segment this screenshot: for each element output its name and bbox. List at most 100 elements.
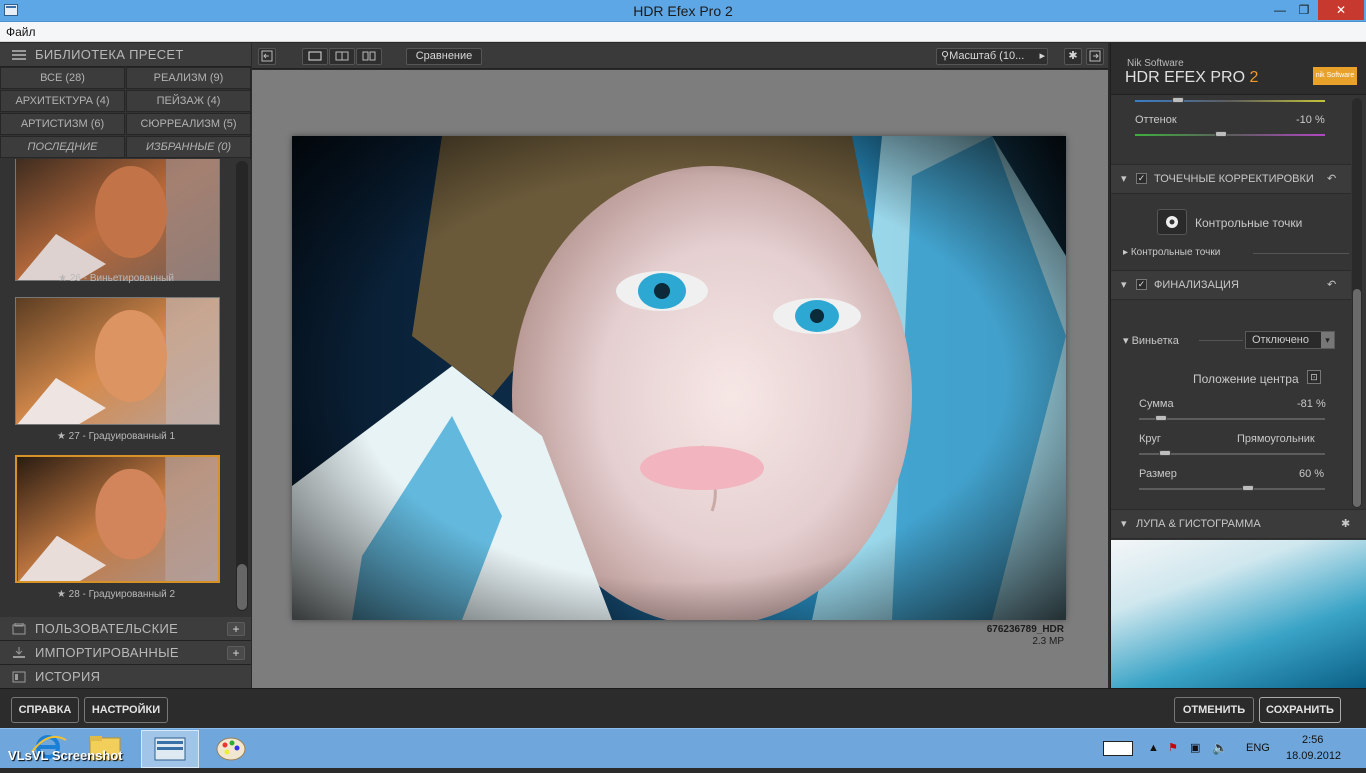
amount-slider-knob[interactable] [1155, 415, 1167, 421]
settings-button[interactable]: НАСТРОЙКИ [84, 697, 168, 723]
filter-architecture[interactable]: АРХИТЕКТУРА (4) [0, 90, 125, 112]
collapse-arrow-icon: ▾ [1121, 173, 1127, 185]
pin-icon[interactable]: ✱ [1341, 510, 1350, 539]
hdr-efex-taskbar-button[interactable] [141, 730, 199, 768]
brand-small: Nik Software [1127, 58, 1184, 69]
filter-artistic[interactable]: АРТИСТИЗМ (6) [0, 113, 125, 135]
center-position-button[interactable]: ⊡ [1307, 370, 1321, 384]
minimize-button[interactable]: — [1268, 0, 1292, 20]
language-indicator[interactable]: ENG [1246, 742, 1270, 754]
filter-surreal[interactable]: СЮРРЕАЛИЗМ (5) [126, 113, 251, 135]
point-corrections-section[interactable]: ▾ ✓ ТОЧЕЧНЫЕ КОРРЕКТИРОВКИ ↶ [1111, 164, 1351, 194]
finalization-checkbox[interactable]: ✓ [1136, 279, 1147, 290]
imported-presets-header[interactable]: ИМПОРТИРОВАННЫЕ + [0, 641, 251, 665]
tint-slider-track[interactable] [1135, 134, 1325, 136]
tint-slider-knob[interactable] [1215, 131, 1227, 137]
add-imported-preset-button[interactable]: + [227, 646, 245, 660]
light-button[interactable]: ✱ [1064, 48, 1082, 65]
single-view-button[interactable] [302, 48, 328, 65]
view-toolbar: Сравнение ⚲Масштаб (10... ▸ ✱ [252, 43, 1108, 69]
title-bar: HDR Efex Pro 2 — ❐ ✕ [0, 0, 1366, 22]
preset-library-header[interactable]: БИБЛИОТЕКА ПРЕСЕТ [0, 43, 251, 67]
preset-list-scroll-thumb[interactable] [237, 564, 247, 610]
reset-icon[interactable]: ↶ [1327, 165, 1336, 194]
paint-taskbar-button[interactable] [203, 730, 259, 768]
finalization-section[interactable]: ▾ ✓ ФИНАЛИЗАЦИЯ ↶ [1111, 270, 1351, 300]
magnifier-icon: ⚲ [941, 50, 950, 62]
expand-arrow-icon: ▸ [1123, 247, 1131, 258]
help-button[interactable]: СПРАВКА [11, 697, 79, 723]
image-size: 2.3 MP [1032, 636, 1064, 647]
collapse-arrow-icon: ▾ [1121, 518, 1127, 530]
control-points-list-label: Контрольные точки [1130, 247, 1221, 258]
paint-palette-icon [216, 737, 246, 761]
history-header[interactable]: ИСТОРИЯ [0, 665, 251, 689]
vignette-dropdown[interactable]: Отключено ▾ [1245, 331, 1335, 349]
side-by-side-button[interactable] [356, 48, 382, 65]
filter-realism[interactable]: РЕАЛИЗМ (9) [126, 67, 251, 89]
image-canvas[interactable]: 676236789_HDR 2.3 MP [252, 70, 1108, 688]
custom-presets-title: ПОЛЬЗОВАТЕЛЬСКИЕ [35, 621, 179, 636]
volume-icon[interactable]: 🔈 [1212, 740, 1228, 756]
preset-thumbnail-26[interactable] [15, 159, 220, 281]
image-filename: 676236789_HDR [986, 624, 1064, 635]
close-button[interactable]: ✕ [1318, 0, 1364, 20]
imported-presets-title: ИМПОРТИРОВАННЫЕ [35, 645, 179, 660]
divider [1253, 253, 1349, 254]
preset-caption-26: ★ 26 - Виньетированный [58, 273, 174, 284]
add-custom-preset-button[interactable]: + [227, 622, 245, 636]
reset-icon[interactable]: ↶ [1327, 271, 1336, 300]
clock-time[interactable]: 2:56 [1302, 734, 1323, 746]
rectangle-label: Прямоугольник [1237, 433, 1315, 445]
zoom-dropdown[interactable]: ⚲Масштаб (10... ▸ [936, 48, 1048, 65]
back-button[interactable] [258, 48, 276, 65]
size-slider-knob[interactable] [1242, 485, 1254, 491]
cancel-button[interactable]: ОТМЕНИТЬ [1174, 697, 1254, 723]
control-points-label[interactable]: Контрольные точки [1195, 216, 1302, 230]
size-slider-track[interactable] [1139, 488, 1325, 490]
filter-favorites[interactable]: ИЗБРАННЫЕ (0) [126, 136, 251, 158]
back-icon [261, 50, 273, 62]
filter-landscape[interactable]: ПЕЙЗАЖ (4) [126, 90, 251, 112]
point-corrections-title: ТОЧЕЧНЫЕ КОРРЕКТИРОВКИ [1154, 173, 1314, 185]
preset-thumbnail-27[interactable] [15, 297, 220, 425]
filter-all[interactable]: ВСЕ (28) [0, 67, 125, 89]
nik-logo: nik Software [1313, 67, 1357, 85]
menu-bar: Файл [0, 22, 1366, 42]
adjustments-scroll-thumb[interactable] [1353, 289, 1361, 507]
divider [1199, 340, 1243, 341]
compare-button[interactable]: Сравнение [406, 48, 482, 65]
custom-presets-header[interactable]: ПОЛЬЗОВАТЕЛЬСКИЕ + [0, 617, 251, 641]
folder-icon [12, 623, 26, 635]
hdr-photo-preview[interactable] [292, 136, 1066, 620]
loupe-histogram-section[interactable]: ▾ ЛУПА & ГИСТОГРАММА ✱ [1111, 509, 1366, 539]
filter-recent[interactable]: ПОСЛЕДНИЕ [0, 136, 125, 158]
preset-preview-image [16, 298, 219, 424]
point-corrections-checkbox[interactable]: ✓ [1136, 173, 1147, 184]
clock-date[interactable]: 18.09.2012 [1286, 750, 1341, 762]
show-hidden-icons-icon[interactable]: ▲ [1148, 742, 1159, 754]
control-point-icon [1166, 216, 1178, 228]
vignette-toggle[interactable]: ▾ Виньетка [1123, 334, 1179, 347]
control-point-button[interactable] [1157, 209, 1187, 235]
preset-list-scrollbar[interactable] [236, 161, 248, 611]
action-center-flag-icon[interactable]: ⚑ [1168, 741, 1178, 754]
vignette-value: Отключено [1252, 334, 1309, 346]
network-icon[interactable]: ▣ [1190, 741, 1200, 754]
preset-thumbnail-28[interactable] [15, 455, 220, 583]
menu-file[interactable]: Файл [6, 25, 36, 39]
maximize-button[interactable]: ❐ [1292, 0, 1316, 20]
loupe-preview[interactable] [1111, 540, 1366, 688]
keyboard-icon[interactable] [1103, 741, 1133, 756]
previous-slider-track[interactable] [1135, 100, 1325, 102]
brand-version: 2 [1249, 69, 1259, 86]
save-button[interactable]: СОХРАНИТЬ [1259, 697, 1341, 723]
vignette-label: Виньетка [1131, 335, 1179, 347]
split-view-button[interactable] [329, 48, 355, 65]
control-points-list-toggle[interactable]: ▸ Контрольные точки [1123, 247, 1220, 258]
export-button[interactable] [1086, 48, 1104, 65]
shape-slider-knob[interactable] [1159, 450, 1171, 456]
history-title: ИСТОРИЯ [35, 669, 101, 684]
preset-thumbnail-list[interactable]: ★ 26 - Виньетированный ★ 27 - Градуирова… [0, 159, 251, 617]
previous-slider-knob[interactable] [1172, 97, 1184, 103]
